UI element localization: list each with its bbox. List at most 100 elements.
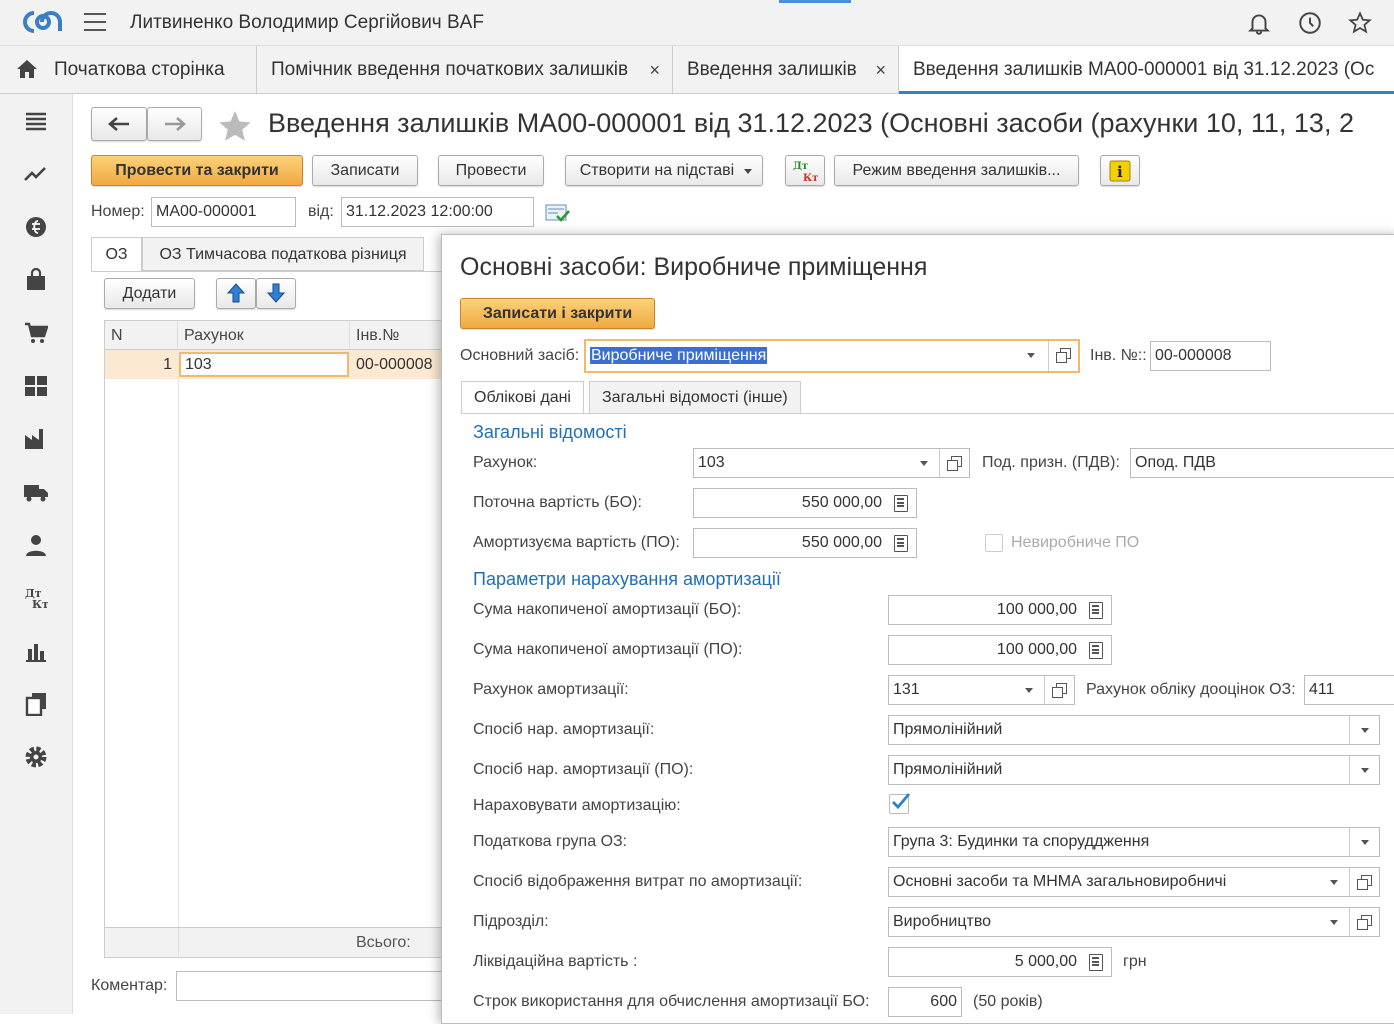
department-dropdown[interactable] [1319,908,1349,936]
calculator-icon[interactable] [1081,948,1111,976]
star-icon[interactable] [1347,10,1373,36]
method-po-dropdown[interactable] [1349,756,1379,784]
chart-icon[interactable] [24,639,48,663]
close-icon[interactable]: × [875,46,886,94]
account-dropdown[interactable] [909,449,939,477]
amortizable-value-field[interactable]: 550 000,00 [693,528,917,558]
column-header-account[interactable]: Рахунок [178,321,350,350]
currency-label: грн [1123,953,1147,970]
calculator-icon[interactable] [1081,636,1111,664]
useful-life-field[interactable]: 600 [888,987,962,1017]
liquidation-value-field[interactable]: 5 000,00 [888,947,1112,977]
method-po-field[interactable]: Прямолінійний [888,755,1380,785]
favorite-star-icon[interactable] [216,108,254,144]
history-icon[interactable] [1297,10,1323,36]
logo-icon[interactable] [22,9,64,35]
bag-icon[interactable] [24,268,48,292]
method-dropdown[interactable] [1349,716,1379,744]
move-down-button[interactable] [256,278,296,309]
amortization-account-open-button[interactable] [1044,676,1074,704]
gear-icon[interactable] [24,745,48,769]
account-field[interactable]: 103 [693,448,970,478]
expense-method-field[interactable]: Основні засоби та МНМА загальновиробничі [888,867,1380,897]
docs-icon[interactable] [24,692,48,716]
accumulated-bo-field[interactable]: 100 000,00 [888,595,1112,625]
tax-group-dropdown[interactable] [1349,828,1379,856]
method-field[interactable]: Прямолінійний [888,715,1380,745]
number-field[interactable]: МА00-000001 [151,197,296,227]
post-button[interactable]: Провести [438,155,544,186]
posted-status-icon[interactable] [545,202,571,224]
save-and-close-button[interactable]: Записати і закрити [460,298,655,329]
tab-label: Початкова сторінка [54,59,225,80]
revaluation-account-field[interactable]: 411 [1304,675,1394,705]
calculator-icon[interactable] [886,489,916,517]
person-icon[interactable] [24,533,48,557]
method-po-value: Прямолінійний [893,761,1003,778]
accumulated-po-field[interactable]: 100 000,00 [888,635,1112,665]
asset-open-button[interactable] [1048,341,1078,371]
tab-helper[interactable]: Помічник введення початкових залишків × [257,46,673,94]
date-field[interactable]: 31.12.2023 12:00:00 [341,197,534,227]
comment-field[interactable] [176,971,446,1001]
dtkt-button[interactable]: Дт Кт [785,155,825,186]
account-open-button[interactable] [939,449,969,477]
expense-method-open-button[interactable] [1349,868,1379,896]
footer-divider [178,928,179,958]
tab-document[interactable]: Введення залишків МА00-000001 від 31.12.… [899,46,1394,94]
column-header-n[interactable]: N [105,321,178,350]
tax-field[interactable]: Опод. ПДВ [1130,448,1394,478]
tax-group-label: Податкова група ОЗ: [473,833,628,850]
amortization-account-dropdown[interactable] [1014,676,1044,704]
main-menu-icon[interactable] [84,13,106,31]
warehouse-icon[interactable] [24,374,48,398]
trend-icon[interactable] [24,162,48,186]
balance-mode-button[interactable]: Режим введення залишків... [834,155,1079,186]
post-and-close-button[interactable]: Провести та закрити [91,155,303,186]
calculator-icon[interactable] [1081,596,1111,624]
tax-group-field[interactable]: Група 3: Будинки та споруддження [888,827,1380,857]
dtkt-icon[interactable]: ДтКт [24,586,48,610]
comment-label: Коментар: [91,977,168,994]
asset-dropdown[interactable] [1016,341,1046,371]
tab-balances[interactable]: Введення залишків × [673,46,899,94]
arrow-up-icon [226,283,246,303]
department-open-button[interactable] [1349,908,1379,936]
tax-label: Под. призн. (ПДВ): [982,454,1120,471]
menu-icon[interactable] [24,110,48,134]
tab-home[interactable]: Початкова сторінка [0,46,257,94]
amortization-account-field[interactable]: 131 [888,675,1075,705]
bell-icon[interactable] [1246,10,1272,36]
truck-icon[interactable] [24,480,48,504]
info-button[interactable]: i [1100,155,1140,186]
nonproductive-checkbox[interactable] [985,534,1003,552]
calculator-icon[interactable] [886,529,916,557]
money-icon[interactable] [24,215,48,239]
asset-field[interactable]: Виробниче приміщення [584,339,1080,373]
row-account-cell[interactable]: 103 [179,352,349,377]
current-value-field[interactable]: 550 000,00 [693,488,917,518]
tab-accounting-data[interactable]: Облікові дані [461,381,584,414]
factory-icon[interactable] [24,427,48,451]
method-po-label: Спосіб нар. амортизації (ПО): [473,761,694,778]
back-button[interactable] [91,107,147,141]
cart-icon[interactable] [24,321,48,345]
tab-general-other[interactable]: Загальні відомості (інше) [589,381,801,414]
column-header-inv[interactable]: Інв.№ [350,321,445,350]
inv-field[interactable]: 00-000008 [1150,341,1271,371]
move-up-button[interactable] [216,278,256,309]
user-name[interactable]: Литвиненко Володимир Сергійович BAF [130,12,484,34]
expense-method-dropdown[interactable] [1319,868,1349,896]
save-button[interactable]: Записати [312,155,418,186]
tab-os-tax[interactable]: ОЗ Тимчасова податкова різниця [142,237,424,271]
total-label: Всього: [356,934,411,951]
table-row[interactable]: 1 103 00-000008 [105,350,445,379]
tab-os[interactable]: ОЗ [91,237,142,272]
forward-button[interactable] [147,107,202,141]
add-button[interactable]: Додати [104,278,195,309]
asset-label: Основний засіб: [460,347,580,364]
charge-amortization-checkbox[interactable] [889,793,911,814]
close-icon[interactable]: × [649,46,660,94]
create-based-on-button[interactable]: Створити на підставі [565,155,763,186]
department-field[interactable]: Виробництво [888,907,1380,937]
